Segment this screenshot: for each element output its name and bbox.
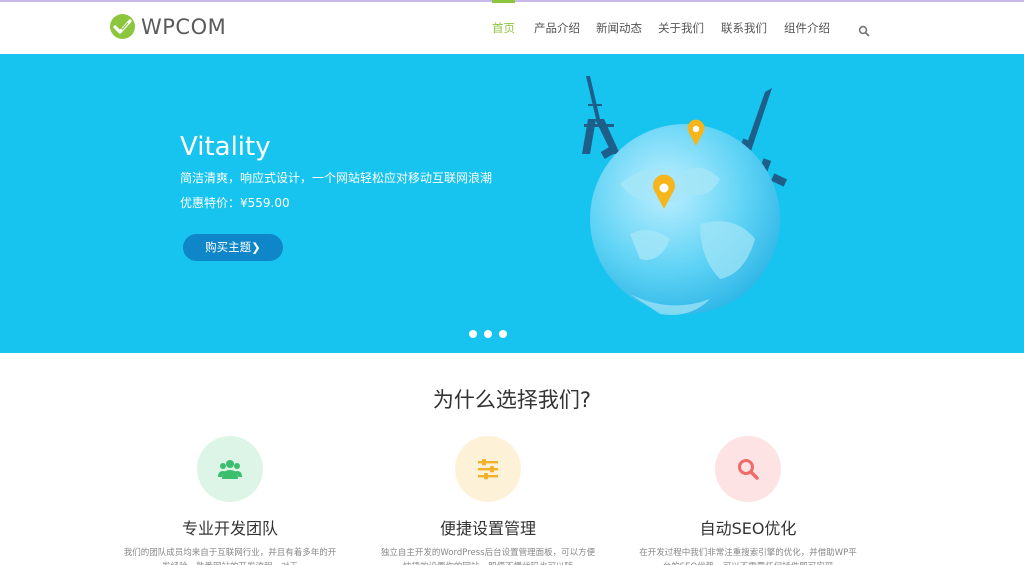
hero-price: 优惠特价：¥559.00 [180,196,290,210]
nav-item-products[interactable]: 产品介绍 [534,2,580,54]
search-icon [738,459,759,480]
why-section-title: 为什么选择我们? [432,388,592,412]
users-icon [218,460,242,479]
nav-item-home[interactable]: 首页 [492,0,515,54]
feature-desc: 独立自主开发的WordPress后台设置管理面板，可以方便快捷的设置你的网站，即… [380,548,596,565]
sliders-icon [478,459,498,480]
logo-text: WPCOM [141,14,227,39]
nav-item-contact[interactable]: 联系我们 [721,2,767,54]
slider-dot[interactable] [484,330,492,338]
nav-item-about[interactable]: 关于我们 [658,2,704,54]
feature-card: 专业开发团队 我们的团队成员均来自于互联网行业，并且有着多年的开发经验，熟悉网站… [120,436,340,565]
feature-icon-circle [197,436,263,502]
feature-title: 自动SEO优化 [699,519,797,538]
nav-item-news[interactable]: 新闻动态 [596,2,642,54]
logo-mark-icon [110,14,135,39]
globe-illustration [560,64,810,334]
buy-theme-button[interactable]: 购买主题❯ [183,234,283,261]
hero-slider: Vitality 简洁清爽，响应式设计，一个网站轻松应对移动互联网浪潮 优惠特价… [0,54,1024,353]
slider-dot[interactable] [499,330,507,338]
nav-item-components[interactable]: 组件介绍 [784,2,830,54]
hero-title: Vitality [180,132,271,162]
slider-pagination [469,330,507,338]
feature-title: 专业开发团队 [181,519,278,538]
slider-dot[interactable] [469,330,477,338]
site-header: WPCOM 首页 产品介绍 新闻动态 关于我们 联系我们 组件介绍 [0,0,1024,54]
feature-title: 便捷设置管理 [439,519,536,538]
feature-icon-circle [455,436,521,502]
feature-desc: 在开发过程中我们非常注重搜索引擎的优化，并借助WP平台的SEO优势，可以不需要任… [639,548,857,565]
chevron-right-icon: ❯ [251,240,261,254]
feature-card: 自动SEO优化 在开发过程中我们非常注重搜索引擎的优化，并借助WP平台的SEO优… [638,436,858,565]
site-logo[interactable]: WPCOM [110,14,226,39]
hero-subtitle: 简洁清爽，响应式设计，一个网站轻松应对移动互联网浪潮 [180,171,493,185]
feature-desc: 我们的团队成员均来自于互联网行业，并且有着多年的开发经验，熟悉网站的开发流程，对… [123,548,337,565]
search-icon[interactable] [858,22,870,37]
buy-theme-label: 购买主题 [205,240,252,254]
feature-icon-circle [715,436,781,502]
eiffel-tower-icon [582,76,620,154]
feature-card: 便捷设置管理 独立自主开发的WordPress后台设置管理面板，可以方便快捷的设… [378,436,598,565]
